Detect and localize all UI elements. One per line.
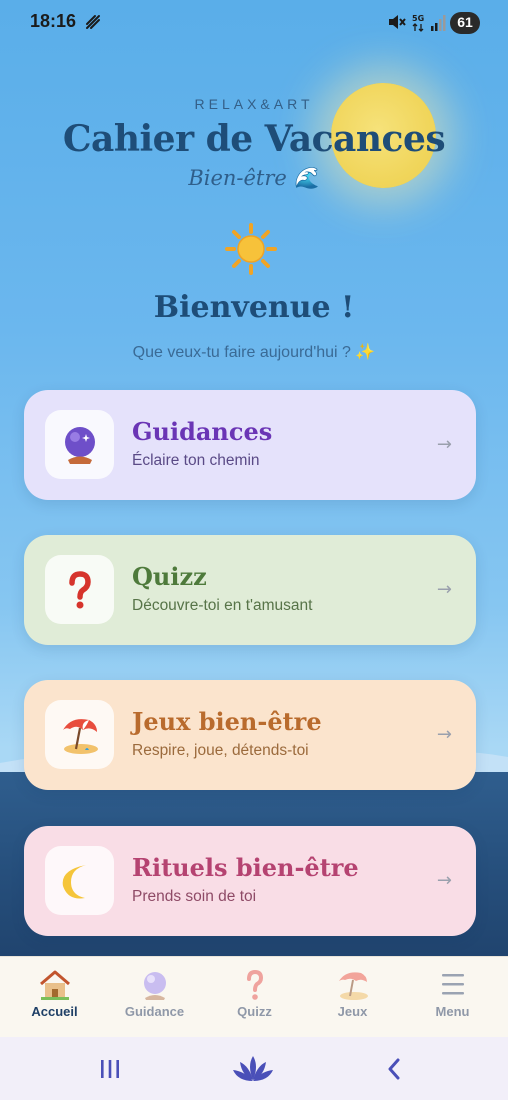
tab-label: Menu — [435, 1004, 470, 1019]
recents-icon[interactable] — [99, 1059, 121, 1079]
signal-icon — [431, 15, 446, 31]
beach-umbrella-icon — [63, 719, 98, 754]
mute-icon — [389, 15, 406, 29]
tab-jeux[interactable]: Jeux — [302, 957, 403, 1037]
card-icon-box — [45, 555, 114, 624]
card-title: Jeux bien-être — [132, 707, 322, 736]
question-mark-icon — [69, 571, 91, 609]
tab-label: Quizz — [237, 1004, 272, 1019]
tab-menu[interactable]: Menu — [402, 957, 503, 1037]
system-navigation-bar — [0, 1037, 508, 1100]
tab-label: Guidance — [124, 1004, 185, 1019]
lotus-icon[interactable] — [232, 1054, 274, 1084]
network-5g-icon: 5G — [412, 14, 424, 32]
beach-umbrella-icon — [339, 972, 368, 1000]
page-subtitle: Bien-être 🌊 — [188, 166, 320, 190]
tab-label: Jeux — [337, 1004, 368, 1019]
tab-label: Accueil — [31, 1004, 78, 1019]
brand-label: RELAX&ART — [194, 96, 314, 112]
tab-accueil[interactable]: Accueil — [4, 957, 105, 1037]
card-subtitle: Découvre-toi en t'amusant — [132, 597, 313, 614]
page-title: Cahier de Vacances — [62, 118, 446, 160]
card-icon-box — [45, 410, 114, 479]
svg-text:5G: 5G — [412, 14, 424, 23]
house-icon — [40, 970, 70, 1000]
hamburger-icon — [442, 974, 464, 995]
card-icon-box — [45, 846, 114, 915]
sun-icon — [225, 223, 277, 275]
crescent-moon-icon — [62, 865, 86, 899]
status-bar: 18:16 5G 61 — [0, 0, 508, 46]
card-quizz[interactable]: Quizz Découvre-toi en t'amusant → — [24, 535, 476, 645]
arrow-right-icon: → — [436, 434, 452, 455]
card-title: Guidances — [132, 417, 273, 446]
question-mark-icon — [247, 969, 264, 1000]
crystal-ball-icon — [65, 427, 95, 464]
card-rituels-bien-etre[interactable]: Rituels bien-être Prends soin de toi → — [24, 826, 476, 936]
card-subtitle: Éclaire ton chemin — [132, 452, 260, 469]
notification-icon — [86, 15, 100, 29]
status-time: 18:16 — [30, 11, 77, 31]
arrow-right-icon: → — [436, 870, 452, 891]
card-subtitle: Respire, joue, détends-toi — [132, 742, 309, 759]
battery-indicator: 61 — [450, 12, 480, 34]
card-guidances[interactable]: Guidances Éclaire ton chemin → — [24, 390, 476, 500]
card-jeux-bien-etre[interactable]: Jeux bien-être Respire, joue, détends-to… — [24, 680, 476, 790]
tab-quizz[interactable]: Quizz — [204, 957, 305, 1037]
crystal-ball-icon — [144, 972, 166, 1000]
card-title: Quizz — [132, 562, 207, 591]
card-title: Rituels bien-être — [132, 853, 359, 882]
welcome-heading: Bienvenue ! — [153, 290, 355, 325]
back-icon[interactable] — [386, 1058, 402, 1080]
arrow-right-icon: → — [436, 724, 452, 745]
battery-level: 61 — [457, 14, 473, 30]
tab-guidance[interactable]: Guidance — [104, 957, 205, 1037]
welcome-question: Que veux-tu faire aujourd'hui ? ✨ — [132, 344, 376, 361]
card-icon-box — [45, 700, 114, 769]
arrow-right-icon: → — [436, 579, 452, 600]
bottom-tab-bar: Accueil Guidance Quizz Jeux Menu — [0, 956, 508, 1037]
card-subtitle: Prends soin de toi — [132, 888, 257, 905]
